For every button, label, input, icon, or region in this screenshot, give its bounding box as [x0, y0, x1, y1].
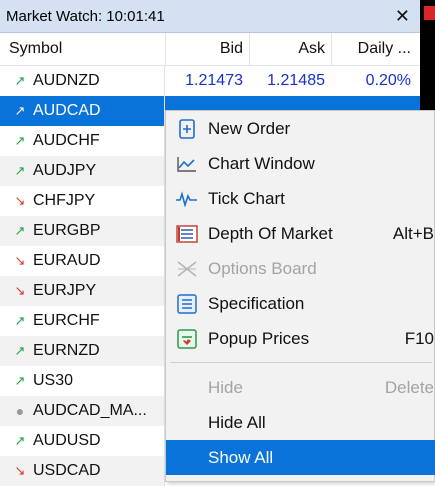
menu-item-label: Options Board [208, 258, 317, 278]
dot-icon: ● [15, 403, 25, 419]
bid-value: 1.21473 [185, 72, 243, 89]
column-header-ask[interactable]: Ask [249, 33, 331, 65]
symbol-cell: ↗ AUDNZD [0, 66, 165, 96]
menu-item-depth-of-market[interactable]: Depth Of Market Alt+B [166, 216, 435, 251]
arrow-down-icon: ↘ [14, 193, 26, 208]
arrow-up-icon: ↗ [14, 133, 26, 148]
symbol-cell: ↗ AUDCHF [0, 126, 165, 156]
menu-item-label: New Order [208, 118, 291, 138]
menu-item-hide-all[interactable]: Hide All [166, 405, 435, 440]
symbol-name: US30 [33, 372, 74, 389]
symbol-name: EURGBP [33, 222, 101, 239]
arrow-up-icon: ↗ [14, 433, 26, 448]
menu-separator [170, 362, 432, 363]
window-title: Market Watch: 10:01:41 [6, 7, 165, 25]
menu-item-options-board[interactable]: Options Board [166, 251, 435, 286]
arrow-up-icon: ↗ [14, 103, 26, 118]
arrow-up-icon: ↗ [14, 313, 26, 328]
chart-window-icon [166, 155, 208, 173]
popup-prices-icon [166, 328, 208, 349]
menu-item-label: Show All [208, 447, 274, 467]
symbol-cell: ↘ EURAUD [0, 246, 165, 276]
symbol-name: EURCHF [33, 312, 100, 329]
menu-item-shortcut: F10 [404, 328, 434, 348]
menu-item-label: Specification [208, 293, 305, 313]
arrow-up-icon: ↗ [14, 223, 26, 238]
menu-item-shortcut: Delete [384, 377, 434, 397]
symbol-name: AUDCAD [33, 102, 101, 119]
menu-item-new-order[interactable]: New Order [166, 111, 435, 146]
symbol-name: EURNZD [33, 342, 100, 359]
symbol-cell: ↘ CHFJPY [0, 186, 165, 216]
close-icon[interactable]: ✕ [395, 4, 410, 28]
column-header-daily[interactable]: Daily ... [331, 33, 420, 65]
specification-icon [166, 293, 208, 314]
arrow-up-icon: ↗ [14, 373, 26, 388]
arrow-down-icon: ↘ [14, 283, 26, 298]
symbol-cell: ↗ AUDUSD [0, 426, 165, 456]
symbol-cell: ↗ AUDCAD [0, 96, 165, 126]
menu-item-specification[interactable]: Specification [166, 286, 435, 321]
depth-of-market-icon [166, 224, 208, 243]
menu-item-label: Popup Prices [208, 328, 310, 348]
symbol-name: USDCAD [33, 462, 101, 479]
menu-item-hide[interactable]: Hide Delete [166, 370, 435, 405]
menu-item-popup-prices[interactable]: Popup Prices F10 [166, 321, 435, 356]
table-header: Symbol Bid Ask Daily ... [0, 33, 420, 66]
menu-item-label: Hide All [208, 412, 266, 432]
symbol-cell: ↗ EURCHF [0, 306, 165, 336]
ask-value: 1.21485 [267, 72, 325, 89]
symbol-name: AUDCHF [33, 132, 100, 149]
symbol-cell: ● AUDCAD_MA... [0, 396, 165, 426]
symbol-name: EURAUD [33, 252, 101, 269]
menu-item-label: Chart Window [208, 153, 315, 173]
symbol-name: CHFJPY [33, 192, 96, 209]
arrow-down-icon: ↘ [14, 253, 26, 268]
menu-item-show-all[interactable]: Show All [166, 440, 435, 475]
daily-cell: 0.20% [331, 66, 420, 96]
new-order-icon [166, 118, 208, 139]
symbol-cell: ↗ AUDJPY [0, 156, 165, 186]
context-menu: New Order Chart Window Tick Chart Depth Of … [165, 110, 435, 482]
bid-cell: 1.21473 [165, 66, 249, 96]
chart-marker [424, 6, 435, 20]
symbol-name: AUDJPY [33, 162, 97, 179]
column-header-symbol[interactable]: Symbol [0, 33, 165, 65]
symbol-cell: ↗ EURGBP [0, 216, 165, 246]
tick-chart-icon [166, 190, 208, 207]
symbol-name: AUDCAD_MA... [33, 402, 147, 419]
arrow-down-icon: ↘ [14, 463, 26, 478]
arrow-up-icon: ↗ [14, 163, 26, 178]
menu-item-chart-window[interactable]: Chart Window [166, 146, 435, 181]
daily-value: 0.20% [365, 72, 411, 89]
table-row[interactable]: ↗ AUDNZD 1.21473 1.21485 0.20% [0, 66, 420, 96]
options-board-icon [166, 260, 208, 278]
menu-item-label: Tick Chart [208, 188, 285, 208]
symbol-cell: ↗ US30 [0, 366, 165, 396]
menu-item-shortcut: Alt+B [392, 223, 434, 243]
symbol-name: AUDNZD [33, 72, 100, 89]
symbol-name: AUDUSD [33, 432, 101, 449]
symbol-name: EURJPY [33, 282, 97, 299]
symbol-cell: ↘ EURJPY [0, 276, 165, 306]
symbol-cell: ↗ EURNZD [0, 336, 165, 366]
arrow-up-icon: ↗ [14, 73, 26, 88]
title-bar: Market Watch: 10:01:41 ✕ [0, 0, 420, 33]
menu-item-tick-chart[interactable]: Tick Chart [166, 181, 435, 216]
arrow-up-icon: ↗ [14, 343, 26, 358]
column-header-bid[interactable]: Bid [165, 33, 249, 65]
ask-cell: 1.21485 [249, 66, 331, 96]
